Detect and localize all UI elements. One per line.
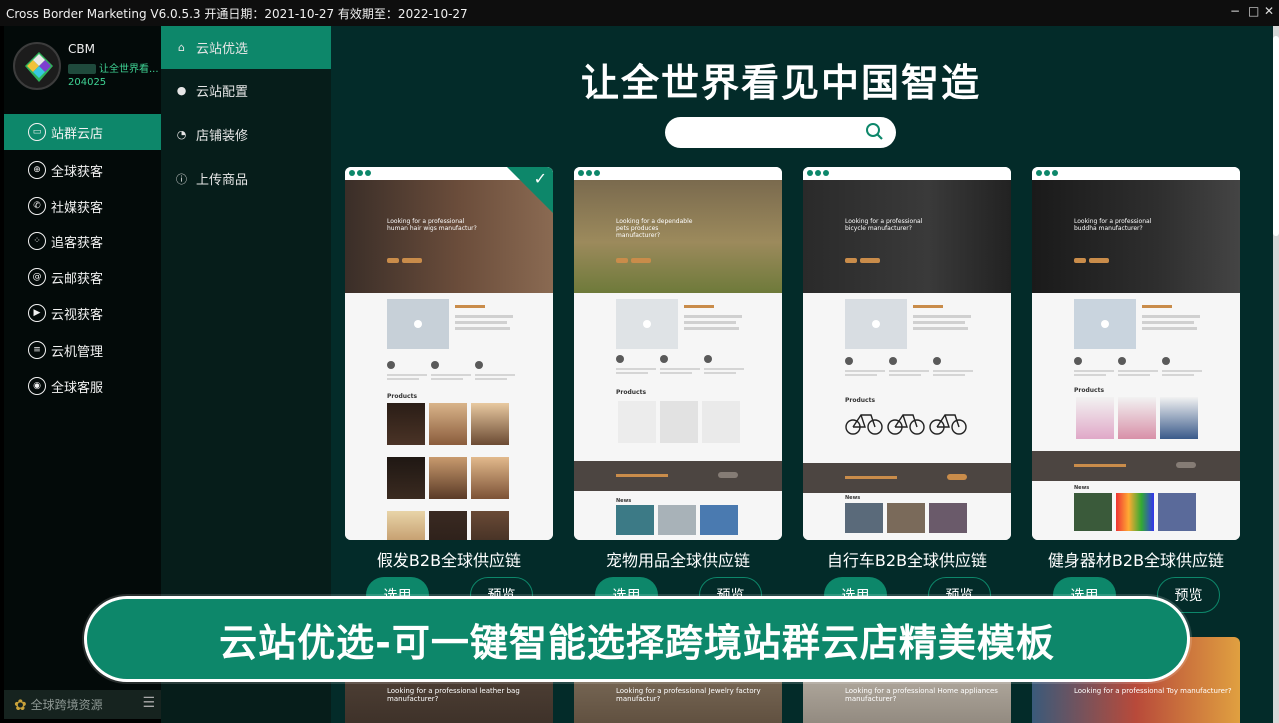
user-id: 204025	[68, 77, 107, 88]
template-hero-image: Looking for a professional bicycle manuf…	[803, 180, 1011, 293]
template-name: 假发B2B全球供应链	[376, 551, 522, 570]
flower-icon: ✿	[14, 695, 27, 714]
template-name: 自行车B2B全球供应链	[826, 551, 988, 570]
sidebar-item-customer-service[interactable]: ◉ 全球客服	[4, 368, 161, 404]
tab-store-decoration[interactable]: ◔ 店铺装修	[161, 113, 331, 156]
sidebar-item-label: 全球客服	[51, 380, 104, 396]
sidebar-item-label: 追客获客	[51, 235, 104, 251]
tab-label: 云站优选	[196, 42, 249, 57]
hero-text: Looking for a professional buddha manufa…	[1074, 218, 1152, 232]
template-card-bicycle[interactable]: Looking for a professional bicycle manuf…	[803, 167, 1011, 540]
hero-text: Looking for a dependable pets produces m…	[616, 218, 693, 239]
sidebar-item-social-leads[interactable]: ✆ 社媒获客	[4, 188, 161, 224]
hero-text: Looking for a professional Home applianc…	[845, 687, 998, 703]
user-name: CBM	[68, 42, 95, 56]
sidebar-item-cloud-devices[interactable]: ≡ 云机管理	[4, 332, 161, 368]
email-icon: @	[28, 268, 46, 286]
monitor-icon: ▭	[28, 123, 46, 141]
tab-label: 云站配置	[196, 85, 249, 100]
sidebar-item-label: 站群云店	[51, 126, 104, 142]
sidebar-item-video-leads[interactable]: ▶ 云视获客	[4, 295, 161, 331]
maximize-button[interactable]: □	[1248, 4, 1259, 18]
resources-footer[interactable]: ✿ 全球跨境资源 ☰	[4, 690, 161, 719]
template-name: 健身器材B2B全球供应链	[1047, 551, 1225, 570]
tab-upload-products[interactable]: ⓘ 上传商品	[161, 157, 331, 200]
whatsapp-icon: ✆	[28, 197, 46, 215]
template-hero-image: Looking for a dependable pets produces m…	[574, 180, 782, 293]
template-card-pets[interactable]: Looking for a dependable pets produces m…	[574, 167, 782, 540]
user-slogan: 让全世界看...	[68, 60, 159, 75]
scrollbar[interactable]	[1273, 26, 1279, 723]
search-bar[interactable]	[665, 117, 896, 148]
page-title: 让全世界看见中国智造	[580, 61, 981, 105]
search-input[interactable]	[679, 122, 859, 143]
logo-icon	[25, 52, 53, 82]
resources-label: 全球跨境资源	[30, 698, 103, 712]
sidebar-item-global-leads[interactable]: ⊕ 全球获客	[4, 152, 161, 188]
headset-icon: ◉	[28, 377, 46, 395]
masked-text	[68, 64, 96, 74]
search-icon[interactable]	[865, 122, 883, 140]
sidebar-item-label: 云邮获客	[51, 271, 104, 287]
promo-banner: 云站优选-可一键智能选择跨境站群云店精美模板	[84, 596, 1190, 682]
avatar[interactable]	[13, 42, 61, 90]
home-icon: ⌂	[178, 41, 185, 54]
window-title: Cross Border Marketing V6.0.5.3 开通日期：202…	[6, 6, 468, 21]
user-profile: CBM 让全世界看... 204025	[4, 26, 161, 114]
template-card-hair[interactable]: Looking for a professional human hair wi…	[345, 167, 553, 540]
template-name: 宠物用品全球供应链	[605, 551, 750, 570]
minimize-button[interactable]: −	[1230, 4, 1240, 18]
close-button[interactable]: ✕	[1264, 4, 1274, 18]
hero-text: Looking for a professional leather bag m…	[387, 687, 520, 703]
sidebar-item-label: 社媒获客	[51, 200, 104, 216]
sidebar-item-site-stores[interactable]: ▭ 站群云店	[4, 114, 161, 150]
title-bar: Cross Border Marketing V6.0.5.3 开通日期：202…	[0, 0, 1279, 26]
check-icon: ✓	[533, 169, 547, 188]
tab-label: 店铺装修	[196, 129, 249, 144]
grid-icon: ⁘	[28, 232, 46, 250]
globe-icon: ●	[176, 84, 187, 97]
bicycle-icons	[845, 414, 967, 435]
hero-text: Looking for a professional Toy manufactu…	[1074, 687, 1232, 695]
sidebar-item-email-leads[interactable]: @ 云邮获客	[4, 259, 161, 295]
template-card-fitness[interactable]: Looking for a professional buddha manufa…	[1032, 167, 1240, 540]
play-icon: ▶	[28, 304, 46, 322]
scrollbar-thumb[interactable]	[1273, 36, 1279, 236]
globe-icon: ⊕	[28, 161, 46, 179]
tab-site-config[interactable]: ● 云站配置	[161, 69, 331, 112]
sidebar-item-follow-leads[interactable]: ⁘ 追客获客	[4, 223, 161, 259]
tab-label: 上传商品	[196, 173, 249, 188]
template-hero-image: Looking for a professional buddha manufa…	[1032, 180, 1240, 293]
hero-text: Looking for a professional Jewelry facto…	[616, 687, 761, 703]
hero-text: Looking for a professional human hair wi…	[387, 218, 477, 232]
sidebar-item-label: 全球获客	[51, 164, 104, 180]
server-icon: ≡	[28, 341, 46, 359]
sidebar-item-label: 云机管理	[51, 344, 104, 360]
hero-text: Looking for a professional bicycle manuf…	[845, 218, 923, 232]
upload-icon: ⓘ	[176, 172, 187, 186]
tab-site-selection[interactable]: ⌂ 云站优选	[161, 26, 331, 69]
menu-icon[interactable]: ☰	[142, 695, 155, 711]
sidebar-item-label: 云视获客	[51, 307, 104, 323]
palette-icon: ◔	[176, 128, 187, 141]
